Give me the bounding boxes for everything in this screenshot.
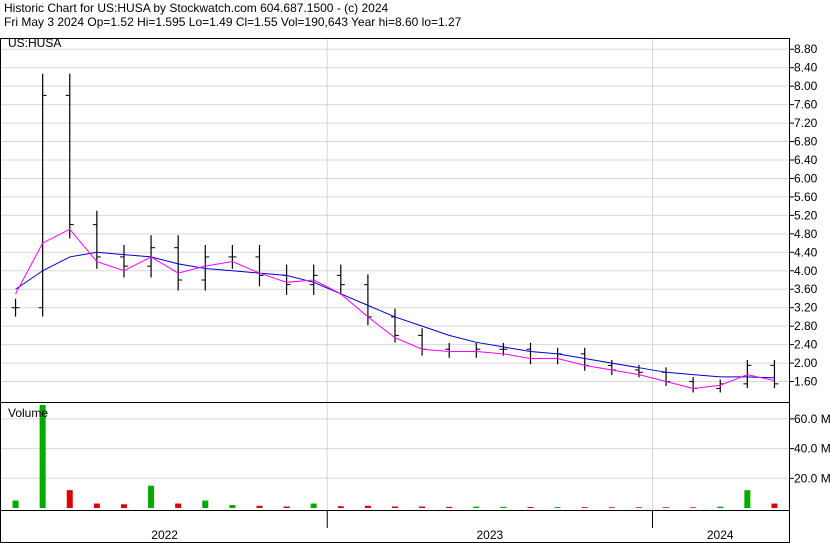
volume-bar [744,490,751,508]
price-axis: 8.80 8.40 8.00 7.60 7.20 6.80 6.40 6.00 5.60 5.20… [789,42,818,389]
volume-label: Volume [8,406,48,420]
volume-bar [256,505,263,508]
volume-bar [337,506,344,508]
y-tick-label: 3.20 [794,301,818,315]
volume-bar [120,504,127,508]
volume-bar [419,506,426,508]
volume-bar [283,506,290,508]
volume-bar [66,490,73,508]
y-tick-label: 6.40 [794,153,818,167]
time-axis-frame [0,510,790,543]
volume-bar [690,507,697,508]
volume-bar [771,503,778,508]
volume-bar [608,507,615,508]
volume-bar [364,505,371,508]
stock-chart: 8.80 8.40 8.00 7.60 7.20 6.80 6.40 6.00 5.60 5.20… [0,36,830,543]
x-tick-label: 2022 [151,528,178,542]
y-tick-label: 6.80 [794,135,818,149]
y-tick-label: 1.60 [794,375,818,389]
y-tick-label: 2.00 [794,356,818,370]
volume-axis: 60.0 M 40.0 M 20.0 M [789,412,830,485]
volume-bar [310,503,317,508]
volume-bar [175,503,182,508]
volume-tick-label: 60.0 M [794,412,830,426]
volume-bar [527,506,534,508]
volume-bar [202,500,209,508]
volume-bar [635,507,642,508]
time-axis: 2022 2023 2024 [151,511,734,542]
volume-bar [39,405,46,508]
volume-bar [392,506,398,508]
y-tick-label: 8.80 [794,42,818,56]
symbol-label: US:HUSA [8,36,61,50]
y-tick-label: 2.40 [794,338,818,352]
y-tick-label: 4.40 [794,245,818,259]
y-tick-label: 8.40 [794,61,818,75]
x-tick-label: 2024 [707,528,734,542]
volume-tick-label: 20.0 M [794,471,830,485]
chart-grid [1,39,789,510]
volume-bar [12,500,19,508]
volume-bar [446,506,453,508]
price-panel-frame [0,38,790,403]
volume-bar [500,506,507,508]
volume-bar [581,507,588,508]
volume-bars [12,405,778,508]
volume-bar [229,505,236,508]
volume-bar [473,506,480,508]
y-tick-label: 7.20 [794,116,818,130]
x-tick-label: 2023 [477,528,504,542]
volume-bar [717,506,724,508]
volume-bar [663,507,670,508]
volume-bar [554,507,561,508]
volume-bar [148,485,155,508]
y-tick-label: 2.80 [794,319,818,333]
volume-tick-label: 40.0 M [794,442,830,456]
y-tick-label: 4.80 [794,227,818,241]
y-tick-label: 3.60 [794,282,818,296]
volume-bar [93,503,100,508]
y-tick-label: 7.60 [794,98,818,112]
y-tick-label: 4.00 [794,264,818,278]
y-tick-label: 5.20 [794,208,818,222]
y-tick-label: 8.00 [794,79,818,93]
y-tick-label: 5.60 [794,190,818,204]
y-tick-label: 6.00 [794,171,818,185]
